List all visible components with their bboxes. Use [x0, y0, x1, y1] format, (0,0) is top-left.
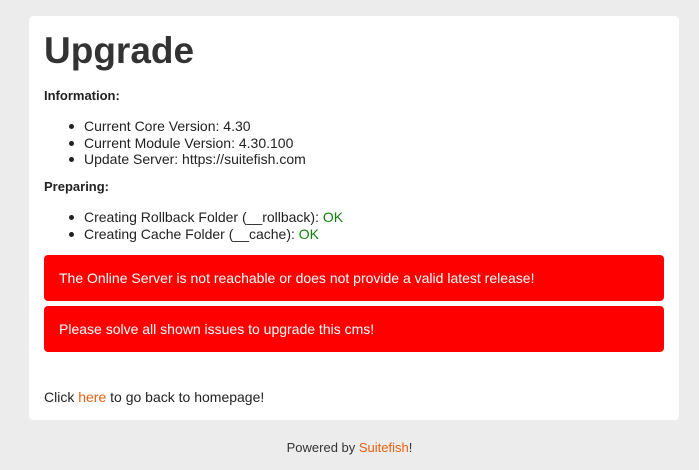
homepage-link[interactable]: here [78, 389, 106, 405]
suitefish-link[interactable]: Suitefish [359, 440, 409, 455]
information-list: Current Core Version: 4.30 Current Modul… [69, 118, 306, 168]
information-heading: Information: [44, 88, 120, 103]
cache-folder-label: Creating Cache Folder (__cache): [84, 225, 299, 242]
rollback-folder-label: Creating Rollback Folder (__rollback): [84, 209, 323, 225]
footer-suffix: ! [408, 440, 413, 455]
upgrade-panel: Upgrade Information: Current Core Versio… [29, 16, 679, 420]
rollback-folder-item: Creating Rollback Folder (__rollback): O… [68, 209, 344, 226]
cache-status: OK [298, 225, 320, 242]
core-version-item: Current Core Version: 4.30 [69, 118, 306, 135]
solve-issues-alert: Please solve all shown issues to upgrade… [44, 306, 664, 352]
rollback-status: OK [322, 209, 344, 225]
back-to-homepage-text: Click here to go back to homepage! [44, 389, 264, 405]
update-server-item: Update Server: https://suitefish.com [69, 151, 306, 167]
back-suffix: to go back to homepage! [106, 389, 265, 405]
back-prefix: Click [44, 389, 79, 405]
footer-prefix: Powered by [286, 440, 359, 455]
preparing-heading: Preparing: [44, 179, 110, 194]
page-title: Upgrade [44, 30, 195, 71]
module-version-item: Current Module Version: 4.30.100 [69, 135, 306, 152]
server-error-alert: The Online Server is not reachable or do… [44, 255, 664, 301]
preparing-list: Creating Rollback Folder (__rollback): O… [68, 209, 344, 243]
cache-folder-item: Creating Cache Folder (__cache): OK [68, 225, 343, 243]
footer: Powered by Suitefish! [0, 440, 699, 455]
